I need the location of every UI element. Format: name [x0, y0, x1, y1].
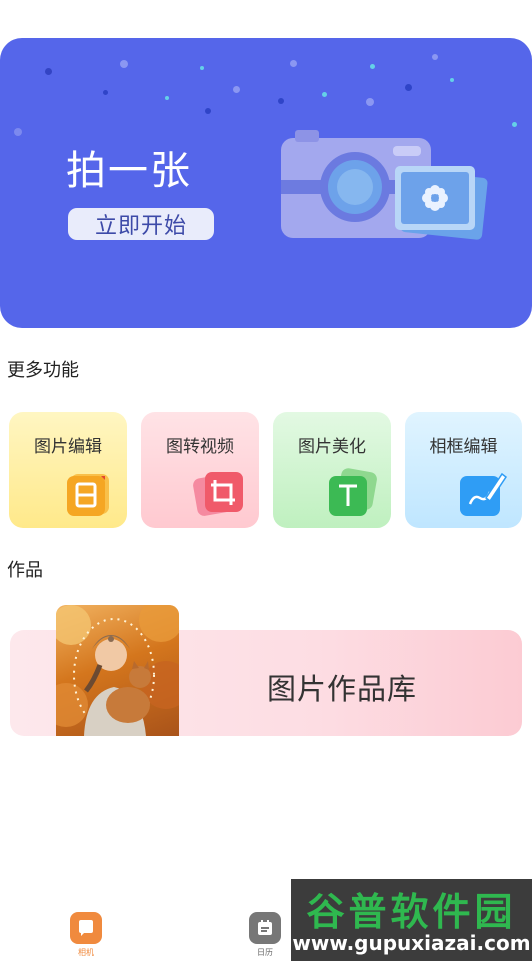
decor-dot — [233, 86, 240, 93]
decor-dot — [103, 90, 108, 95]
gallery-label: 图片作品库 — [267, 672, 418, 706]
nav-calendar-label: 日历 — [257, 948, 273, 957]
feature-card-label: 图片编辑 — [34, 437, 102, 457]
child-with-cat-image — [56, 605, 179, 736]
decor-dot — [278, 98, 284, 104]
feature-card-image-edit[interactable]: 图片编辑 — [9, 412, 127, 528]
banner-title: 拍一张 — [66, 148, 192, 194]
text-icon — [329, 468, 377, 516]
decor-dot — [205, 108, 211, 114]
watermark: 谷普软件园 www.gupuxiazai.com — [291, 879, 532, 961]
watermark-url: www.gupuxiazai.com — [292, 931, 531, 955]
calendar-icon — [249, 912, 281, 944]
camera-icon — [70, 912, 102, 944]
works-title: 作品 — [7, 560, 43, 581]
decor-dot — [512, 122, 517, 127]
feature-card-frame-edit[interactable]: 相框编辑 — [405, 412, 522, 528]
feature-card-label: 相框编辑 — [429, 437, 498, 457]
pen-icon — [460, 472, 508, 516]
feature-card-label: 图片美化 — [298, 437, 366, 457]
decor-dot — [370, 64, 375, 69]
decor-dot — [290, 60, 297, 67]
sample-photo — [56, 605, 179, 736]
crop-icon — [193, 472, 243, 516]
start-photo-banner[interactable]: 拍一张 立即开始 — [0, 38, 532, 328]
watermark-title: 谷普软件园 — [306, 890, 517, 934]
more-features-title: 更多功能 — [7, 360, 79, 381]
start-button[interactable]: 立即开始 — [68, 208, 214, 240]
nav-camera[interactable]: 相机 — [56, 912, 116, 958]
feature-card-image-to-video[interactable]: 图转视频 — [141, 412, 259, 528]
feature-card-label: 图转视频 — [166, 437, 234, 457]
decor-dot — [120, 60, 128, 68]
decor-dot — [405, 84, 412, 91]
decor-dot — [322, 92, 327, 97]
nav-camera-label: 相机 — [78, 948, 94, 957]
decor-dot — [45, 68, 52, 75]
camera-illustration-icon — [281, 130, 488, 240]
decor-dot — [432, 54, 438, 60]
document-icon — [67, 474, 109, 516]
decor-dot — [366, 98, 374, 106]
decor-dot — [450, 78, 454, 82]
nav-calendar[interactable]: 日历 — [235, 912, 295, 958]
decor-dot — [165, 96, 169, 100]
decor-dot — [14, 128, 22, 136]
decor-dot — [200, 66, 204, 70]
feature-card-image-beautify[interactable]: 图片美化 — [273, 412, 391, 528]
